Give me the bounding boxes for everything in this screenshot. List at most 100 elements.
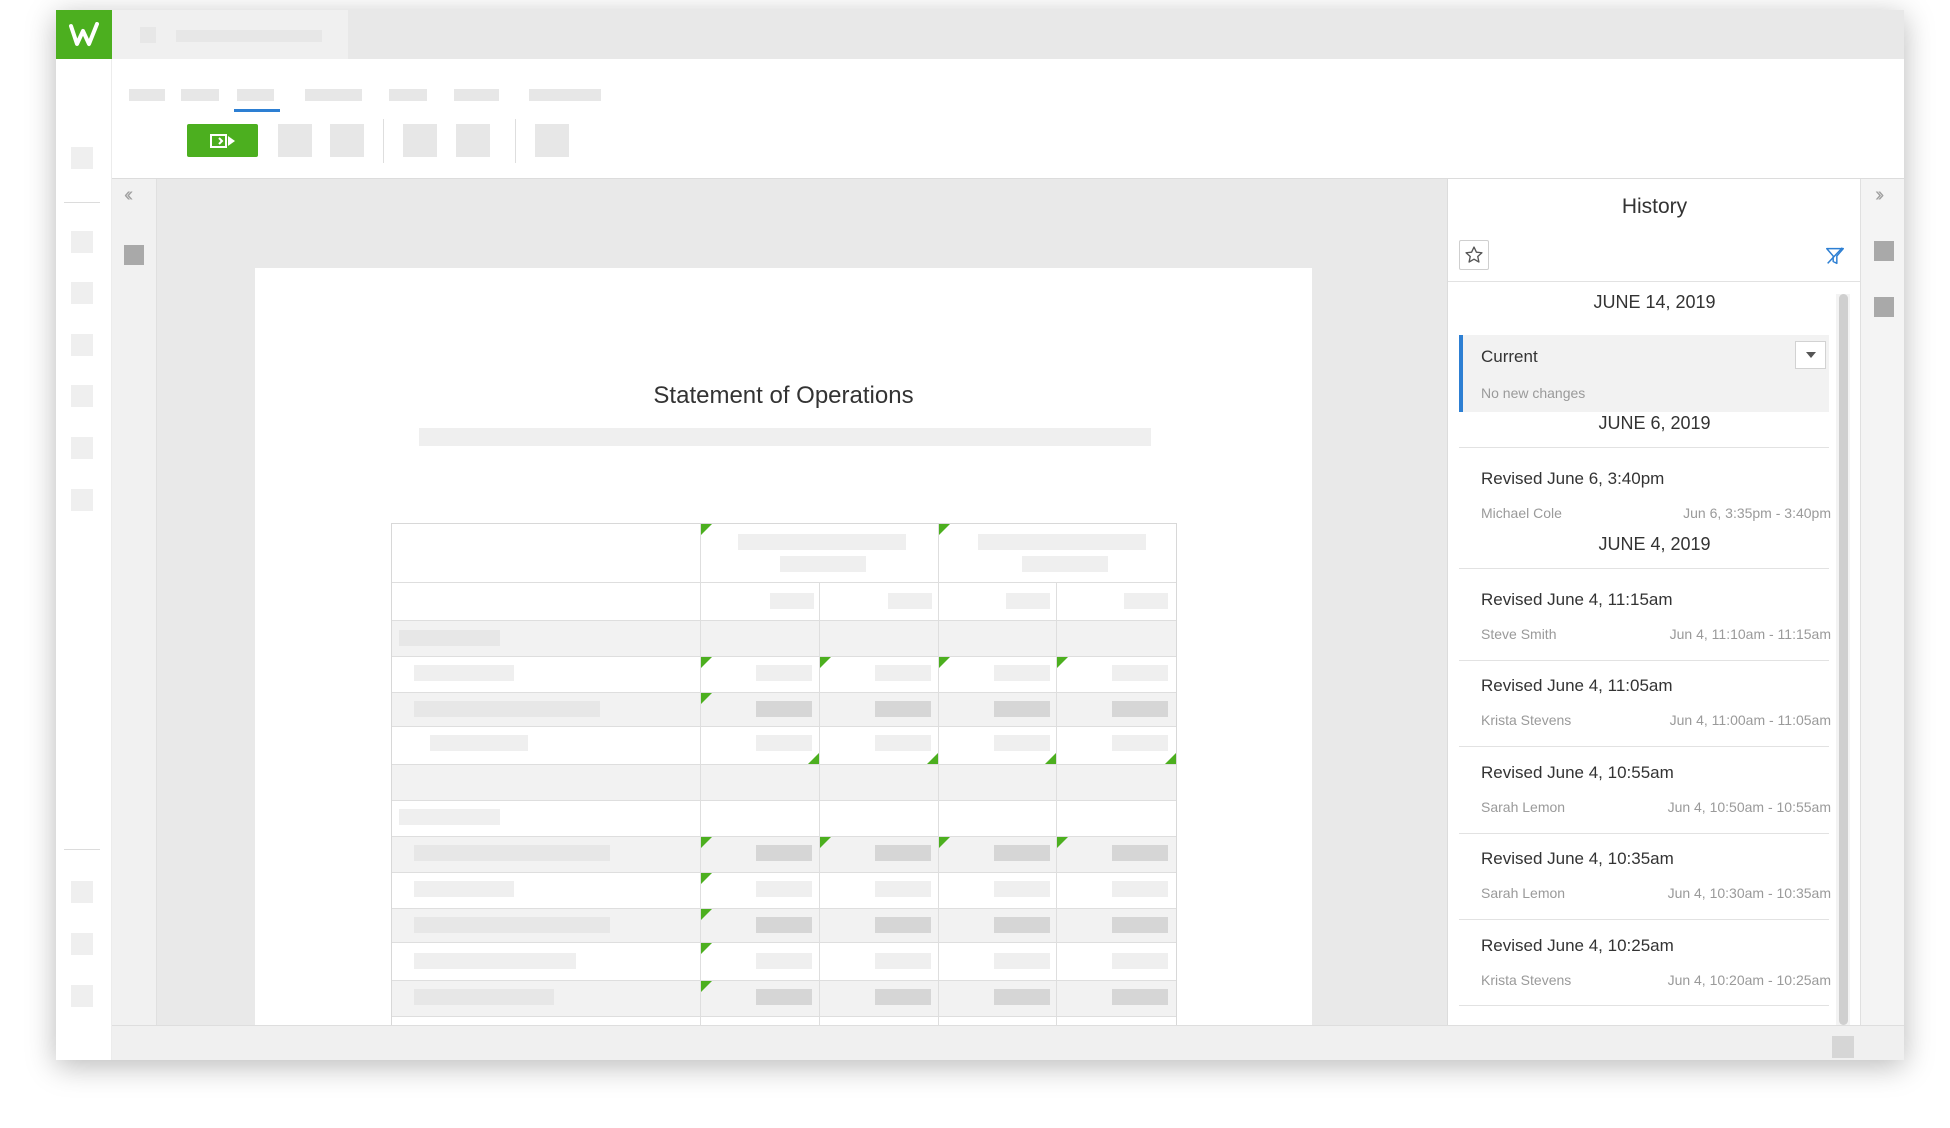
cell-value-placeholder: [994, 989, 1050, 1005]
cell-value-placeholder: [994, 917, 1050, 933]
toolbar-button[interactable]: [278, 124, 312, 157]
nav-item-icon[interactable]: [71, 385, 93, 407]
left-gutter: ‹‹: [112, 179, 157, 1025]
nav-item-icon[interactable]: [71, 334, 93, 356]
row-label-placeholder: [414, 881, 514, 897]
cell-value-placeholder: [875, 881, 931, 897]
link-marker[interactable]: [939, 524, 950, 535]
link-marker[interactable]: [808, 753, 819, 764]
document-tab-icon: [140, 27, 156, 43]
cell-value-placeholder: [756, 881, 812, 897]
cell-value-placeholder: [1112, 845, 1168, 861]
cell-value-placeholder: [756, 917, 812, 933]
present-button[interactable]: [187, 124, 258, 157]
revision-time-range: Jun 4, 11:10am - 11:15am: [1669, 626, 1831, 642]
history-panel-icon[interactable]: [1874, 241, 1894, 261]
current-version-menu-button[interactable]: [1795, 341, 1826, 369]
collapse-left-icon[interactable]: ‹‹: [124, 184, 134, 207]
link-marker[interactable]: [701, 909, 712, 920]
nav-divider: [64, 202, 100, 203]
menu-tab[interactable]: [305, 89, 362, 101]
panel-divider: [1448, 281, 1860, 282]
link-marker[interactable]: [701, 837, 712, 848]
link-marker[interactable]: [701, 943, 712, 954]
cell-value-placeholder: [875, 845, 931, 861]
expand-right-icon[interactable]: ››: [1875, 184, 1885, 207]
link-marker[interactable]: [701, 657, 712, 668]
row-label-placeholder: [399, 809, 500, 825]
revision-author: Steve Smith: [1481, 626, 1557, 642]
menu-tab[interactable]: [181, 89, 219, 101]
link-marker[interactable]: [927, 753, 938, 764]
current-version-label: Current: [1481, 347, 1538, 366]
nav-item-icon[interactable]: [71, 881, 93, 903]
filter-button[interactable]: [1822, 243, 1848, 269]
scrollbar-thumb[interactable]: [1839, 294, 1848, 1025]
cell-value-placeholder: [875, 665, 931, 681]
revision-title: Revised June 6, 3:40pm: [1481, 469, 1665, 488]
link-marker[interactable]: [701, 524, 712, 535]
document-tab[interactable]: [112, 10, 348, 59]
nav-item-icon[interactable]: [71, 231, 93, 253]
toolbar-button[interactable]: [456, 124, 490, 157]
menu-tab[interactable]: [389, 89, 427, 101]
nav-item-icon[interactable]: [71, 985, 93, 1007]
cell-value-placeholder: [756, 701, 812, 717]
nav-item-icon[interactable]: [71, 437, 93, 459]
row-label-placeholder: [414, 989, 554, 1005]
history-scrollbar[interactable]: [1836, 294, 1850, 1025]
cell-value-placeholder: [875, 701, 931, 717]
table-rule: [392, 872, 1176, 873]
logo-icon: [69, 21, 99, 46]
subheader-placeholder: [1006, 593, 1050, 609]
cell-value-placeholder: [1112, 953, 1168, 969]
cell-value-placeholder: [875, 953, 931, 969]
column-header-placeholder: [1022, 556, 1108, 572]
toolbar-separator: [515, 119, 516, 163]
revision-author: Krista Stevens: [1481, 712, 1572, 728]
link-marker[interactable]: [701, 873, 712, 884]
outline-icon[interactable]: [124, 245, 144, 265]
document-canvas: Statement of Operations: [157, 179, 1447, 1025]
nav-item-icon[interactable]: [71, 282, 93, 304]
cell-value-placeholder: [994, 701, 1050, 717]
menu-tab-active[interactable]: [237, 89, 274, 101]
link-marker[interactable]: [1057, 837, 1068, 848]
table-column-rule: [1056, 582, 1057, 1025]
link-marker[interactable]: [939, 837, 950, 848]
page-title[interactable]: Statement of Operations: [255, 382, 1312, 410]
table-rule: [392, 764, 1176, 765]
nav-item-icon[interactable]: [71, 147, 93, 169]
link-marker[interactable]: [701, 693, 712, 704]
comments-panel-icon[interactable]: [1874, 297, 1894, 317]
status-bar-icon[interactable]: [1832, 1036, 1854, 1058]
subheader-placeholder: [1124, 593, 1168, 609]
logo[interactable]: [56, 10, 112, 59]
menu-tab[interactable]: [529, 89, 601, 101]
cell-value-placeholder: [994, 665, 1050, 681]
cell-value-placeholder: [994, 881, 1050, 897]
link-marker[interactable]: [820, 837, 831, 848]
document-page: Statement of Operations: [255, 268, 1312, 1025]
date-group-header: JUNE 14, 2019: [1593, 292, 1716, 312]
link-marker[interactable]: [820, 657, 831, 668]
nav-item-icon[interactable]: [71, 489, 93, 511]
toolbar-button[interactable]: [403, 124, 437, 157]
toolbar-button[interactable]: [535, 124, 569, 157]
row-label-placeholder: [399, 630, 500, 646]
current-version-subtitle: No new changes: [1481, 385, 1586, 401]
toolbar-button[interactable]: [330, 124, 364, 157]
row-label-placeholder: [430, 735, 528, 751]
link-marker[interactable]: [701, 981, 712, 992]
link-marker[interactable]: [1165, 753, 1176, 764]
filter-icon: [1826, 247, 1844, 265]
subtitle-placeholder: [419, 428, 1151, 446]
link-marker[interactable]: [1057, 657, 1068, 668]
menu-tab[interactable]: [129, 89, 165, 101]
link-marker[interactable]: [1045, 753, 1056, 764]
link-marker[interactable]: [939, 657, 950, 668]
favorite-button[interactable]: [1459, 240, 1489, 270]
menu-tab[interactable]: [454, 89, 499, 101]
nav-item-icon[interactable]: [71, 933, 93, 955]
list-divider: [1459, 1005, 1829, 1006]
